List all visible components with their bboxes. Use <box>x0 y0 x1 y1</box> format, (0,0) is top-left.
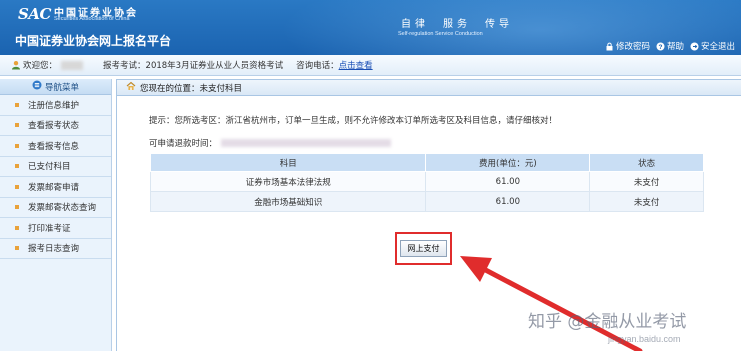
bullet-icon <box>15 205 19 210</box>
sidebar-item-registration-info[interactable]: 注册信息维护 <box>0 95 111 116</box>
sidebar-item-exam-info[interactable]: 查看报考信息 <box>0 136 111 157</box>
watermark-subtext: jingyan.baidu.com <box>608 334 681 344</box>
sidebar-item-invoice-request[interactable]: 发票邮寄申请 <box>0 177 111 198</box>
bullet-icon <box>15 246 19 251</box>
refund-time-redacted <box>221 139 392 147</box>
help-icon: ? <box>656 42 665 51</box>
bullet-icon <box>15 184 19 189</box>
fee-cell: 61.00 <box>425 171 591 192</box>
sidebar-item-label: 查看报考信息 <box>28 141 80 152</box>
lock-icon <box>605 42 614 51</box>
change-password-link[interactable]: 修改密码 <box>605 40 650 52</box>
site-title: 中国证券业协会网上报名平台 <box>15 34 172 48</box>
sidebar-item-exam-log[interactable]: 报考日志查询 <box>0 239 111 259</box>
column-header-fee: 费用(单位：元) <box>425 153 591 172</box>
logout-label: 安全退出 <box>700 42 735 52</box>
username-redacted <box>61 60 84 70</box>
site-header: SAC 中国证券业协会 Securities Association of Ch… <box>0 0 741 55</box>
sidebar-item-label: 发票邮寄状态查询 <box>28 203 97 214</box>
sidebar-item-label: 报考日志查询 <box>28 244 80 255</box>
table-row: 金融市场基础知识 61.00 未支付 <box>149 191 704 212</box>
bullet-icon <box>15 123 19 128</box>
sidebar-item-label: 打印准考证 <box>28 223 71 234</box>
motto-english: Self-regulation Service Conduction <box>398 31 483 37</box>
sidebar-item-label: 发票邮寄申请 <box>28 182 80 193</box>
online-pay-button[interactable]: 网上支付 <box>400 240 447 257</box>
motto-word: 传导 <box>485 19 513 30</box>
sidebar-item-label: 已支付科目 <box>28 162 71 173</box>
breadcrumb: 您现在的位置：未支付科目 <box>117 80 741 96</box>
welcome-label: 欢迎您： <box>23 61 58 71</box>
exam-value: 2018年3月证券业从业人员资格考试 <box>145 61 284 71</box>
sidebar-item-print-admission[interactable]: 打印准考证 <box>0 218 111 239</box>
phone-view-link[interactable]: 点击查看 <box>339 59 373 71</box>
pay-button-highlight: 网上支付 <box>395 232 452 265</box>
notice-text: 提示：您所选考区：浙江省杭州市，订单一旦生成，则不允许修改本订单所选考区及科目信… <box>149 116 558 126</box>
sidebar-item-label: 注册信息维护 <box>28 100 80 111</box>
sidebar-item-label: 查看报考状态 <box>28 121 80 132</box>
subject-cell: 金融市场基础知识 <box>149 191 427 212</box>
watermark-text: 知乎 @金融从业考试 <box>528 312 687 332</box>
sidebar-item-exam-status[interactable]: 查看报考状态 <box>0 116 111 136</box>
bullet-icon <box>15 102 19 107</box>
logo-english-name: Securities Association of China <box>54 16 130 22</box>
motto-word: 服务 <box>443 19 471 30</box>
svg-text:?: ? <box>658 44 662 51</box>
refund-time: 可申请退款时间： <box>149 137 392 149</box>
change-password-label: 修改密码 <box>615 42 650 52</box>
logout-icon <box>690 42 699 51</box>
refund-time-label: 可申请退款时间： <box>149 139 218 149</box>
status-cell: 未支付 <box>589 171 704 192</box>
top-links: 修改密码 ? 帮助 安全退出 <box>605 40 735 52</box>
location-text: 您现在的位置：未支付科目 <box>140 83 243 94</box>
sidebar-nav: 导航菜单 注册信息维护 查看报考状态 查看报考信息 已支付科目 发票邮寄申请 发… <box>0 79 112 351</box>
motto-word: 自律 <box>401 19 429 30</box>
phone-label: 咨询电话： <box>296 61 339 71</box>
status-cell: 未支付 <box>589 191 704 212</box>
column-header-status: 状态 <box>589 153 704 172</box>
help-label: 帮助 <box>666 42 684 52</box>
sidebar-item-paid-subjects[interactable]: 已支付科目 <box>0 157 111 177</box>
fee-cell: 61.00 <box>425 191 591 212</box>
column-header-subject: 科目 <box>149 153 427 172</box>
menu-icon <box>32 80 42 93</box>
motto-chinese: 自律 服务 传导 <box>401 15 527 30</box>
sidebar-title: 导航菜单 <box>44 82 79 93</box>
logout-link[interactable]: 安全退出 <box>690 40 735 52</box>
user-icon <box>11 60 21 70</box>
bullet-icon <box>15 143 19 148</box>
subject-cell: 证券市场基本法律法规 <box>149 171 427 192</box>
sac-logo: SAC <box>18 5 51 23</box>
unpaid-subjects-table: 科目 费用(单位：元) 状态 证券市场基本法律法规 61.00 未支付 金融市场… <box>149 153 704 212</box>
status-bar: 欢迎您： 报考考试： 2018年3月证券业从业人员资格考试 咨询电话： 点击查看 <box>0 55 741 76</box>
home-icon <box>126 81 136 94</box>
exam-label: 报考考试： <box>103 61 146 71</box>
sidebar-item-invoice-status[interactable]: 发票邮寄状态查询 <box>0 198 111 218</box>
help-link[interactable]: ? 帮助 <box>656 40 684 52</box>
bullet-icon <box>15 164 19 169</box>
table-header-row: 科目 费用(单位：元) 状态 <box>149 153 704 172</box>
table-row: 证券市场基本法律法规 61.00 未支付 <box>149 171 704 192</box>
bullet-icon <box>15 225 19 230</box>
sidebar-header: 导航菜单 <box>0 79 111 95</box>
